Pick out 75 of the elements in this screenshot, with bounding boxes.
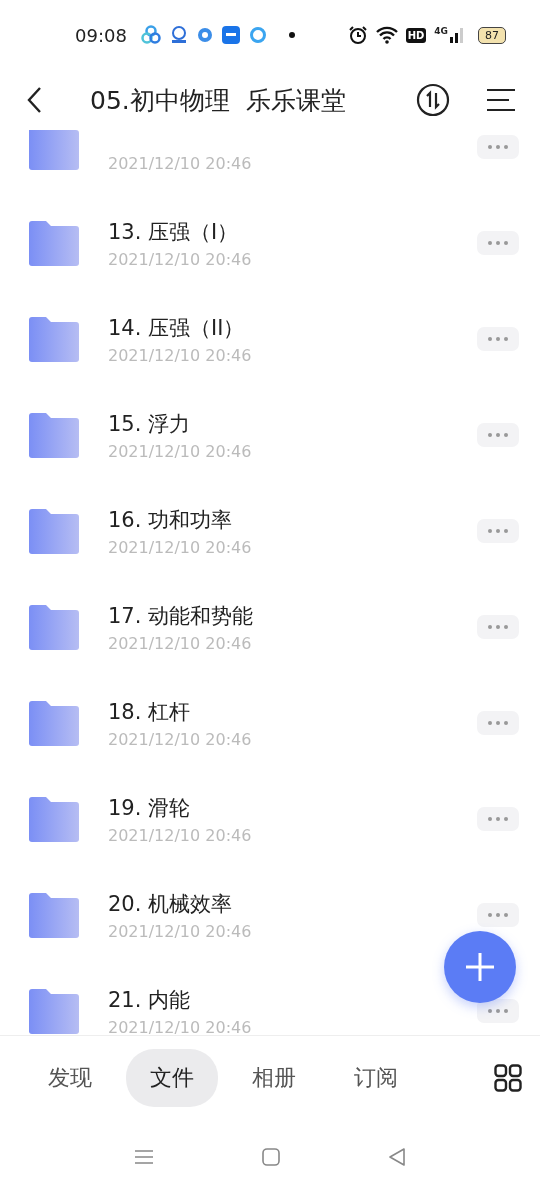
file-name[interactable]: 16. 功和功率	[108, 505, 233, 534]
hd-badge: HD	[405, 27, 427, 43]
file-date: 2021/12/10 20:46	[108, 729, 252, 749]
more-icon	[487, 144, 509, 150]
more-icon	[487, 336, 509, 342]
file-date: 2021/12/10 20:46	[108, 633, 252, 653]
file-date: 2021/12/10 20:46	[108, 345, 252, 365]
sort-icon[interactable]	[416, 83, 450, 117]
file-name[interactable]: 13. 压强（I）	[108, 217, 239, 246]
file-date: 2021/12/10 20:46	[108, 1017, 252, 1035]
folder-icon	[27, 796, 81, 842]
file-name[interactable]: 21. 内能	[108, 985, 191, 1014]
file-name[interactable]: 20. 机械效率	[108, 889, 233, 918]
folder-icon	[27, 508, 81, 554]
file-date: 2021/12/10 20:46	[108, 249, 252, 269]
file-name[interactable]: 19. 滑轮	[108, 793, 191, 822]
file-date: 2021/12/10 20:46	[108, 537, 252, 557]
more-button[interactable]	[477, 423, 519, 447]
alarm-icon	[347, 25, 368, 45]
more-icon	[487, 528, 509, 534]
file-name[interactable]: 15. 浮力	[108, 409, 191, 438]
home-icon[interactable]	[262, 1148, 280, 1166]
more-icon	[487, 816, 509, 822]
more-icon	[487, 432, 509, 438]
nav-tab[interactable]: 订阅	[330, 1049, 422, 1107]
more-icon	[487, 240, 509, 246]
folder-icon	[27, 892, 81, 938]
file-date: 2021/12/10 20:46	[108, 441, 252, 461]
more-button[interactable]	[477, 615, 519, 639]
back-icon[interactable]	[26, 86, 42, 114]
back-nav-icon[interactable]	[388, 1147, 406, 1167]
folder-icon	[27, 130, 81, 170]
folder-icon	[27, 220, 81, 266]
more-icon	[487, 720, 509, 726]
folder-icon	[27, 316, 81, 362]
folder-icon	[27, 700, 81, 746]
nav-tab[interactable]: 文件	[126, 1049, 218, 1107]
battery-indicator: 87	[478, 26, 506, 44]
folder-icon	[27, 988, 81, 1034]
file-name[interactable]: 14. 压强（II）	[108, 313, 245, 342]
status-time: 09:08	[75, 24, 127, 46]
more-button[interactable]	[477, 807, 519, 831]
more-button[interactable]	[477, 231, 519, 255]
more-button[interactable]	[477, 903, 519, 927]
plus-icon	[465, 952, 495, 982]
more-icon	[487, 912, 509, 918]
file-name[interactable]: 18. 杠杆	[108, 697, 191, 726]
notification-icon	[140, 25, 161, 45]
file-date: 2021/12/10 20:46	[108, 921, 252, 941]
grid-icon[interactable]	[494, 1064, 522, 1092]
more-button[interactable]	[477, 135, 519, 159]
notification-icon	[196, 27, 213, 43]
notification-icon	[220, 25, 241, 45]
nav-tab[interactable]: 相册	[228, 1049, 320, 1107]
notification-dot-icon	[288, 32, 295, 38]
recents-icon[interactable]	[134, 1149, 154, 1165]
folder-icon	[27, 604, 81, 650]
signal-icon	[450, 27, 464, 43]
more-button[interactable]	[477, 519, 519, 543]
folder-icon	[27, 412, 81, 458]
notification-icon	[248, 26, 267, 44]
add-button[interactable]	[444, 931, 516, 1003]
more-button[interactable]	[477, 711, 519, 735]
file-date: 2021/12/10 20:46	[108, 825, 252, 845]
network-label: 4G	[434, 26, 448, 36]
wifi-icon	[375, 26, 398, 44]
folder-title: 05.初中物理 乐乐课堂	[90, 84, 347, 117]
file-date: 2021/12/10 20:46	[108, 153, 252, 173]
more-button[interactable]	[477, 999, 519, 1023]
more-icon	[487, 1008, 509, 1014]
menu-icon[interactable]	[486, 88, 516, 112]
file-name[interactable]: 17. 动能和势能	[108, 601, 254, 630]
more-icon	[487, 624, 509, 630]
more-button[interactable]	[477, 327, 519, 351]
nav-tab[interactable]: 发现	[24, 1049, 116, 1107]
